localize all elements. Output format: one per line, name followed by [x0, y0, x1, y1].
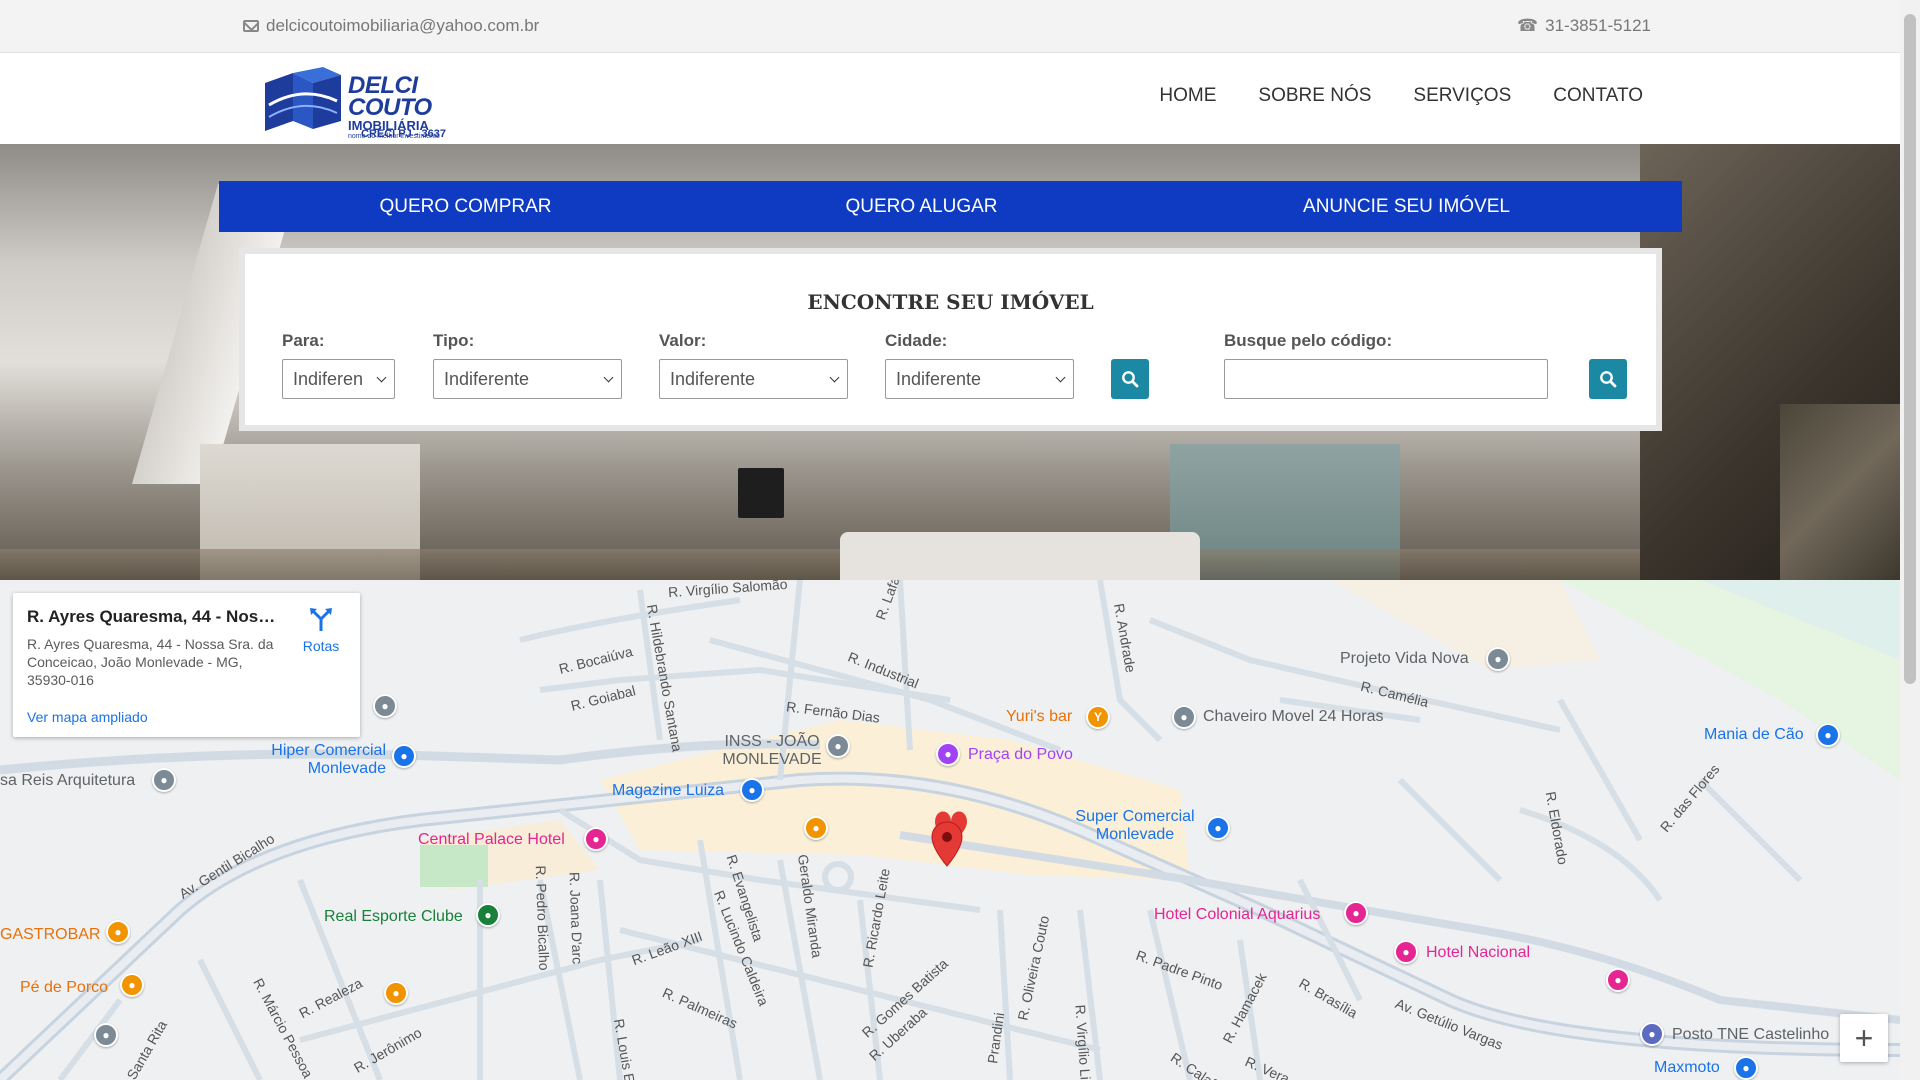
cidade-label: Cidade:	[885, 331, 948, 350]
valor-label: Valor:	[659, 331, 707, 350]
shopping-cart-icon[interactable]: ●	[1206, 816, 1230, 840]
restaurant-icon[interactable]: ●	[804, 816, 828, 840]
place-super-1[interactable]: Super Comercial	[1060, 808, 1210, 826]
place-yuris[interactable]: Yuri's bar	[1006, 708, 1072, 726]
place-mania[interactable]: Mania de Cão	[1704, 726, 1804, 744]
bar-icon[interactable]: Y	[1086, 705, 1110, 729]
phone-icon: ☎	[1516, 16, 1539, 35]
place-inss-1[interactable]: INSS - JOÃO	[712, 733, 832, 751]
contact-email[interactable]: delcicoutoimobiliaria@yahoo.com.br	[243, 16, 539, 36]
hotel-icon[interactable]: ●	[1394, 940, 1418, 964]
place-pin-icon[interactable]: ●	[373, 694, 397, 718]
logo-mark-icon	[265, 67, 341, 131]
search-tabs: QUERO COMPRAR QUERO ALUGAR ANUNCIE SEU I…	[219, 181, 1682, 232]
directions-button[interactable]: Rotas	[296, 607, 346, 654]
tipo-select[interactable]: Indiferente	[433, 359, 622, 399]
shopping-bag-icon[interactable]: ●	[740, 778, 764, 802]
directions-label: Rotas	[302, 638, 340, 654]
search-icon	[1600, 371, 1617, 388]
place-colonial[interactable]: Hotel Colonial Aquarius	[1154, 906, 1320, 924]
top-contact-bar: delcicoutoimobiliaria@yahoo.com.br ☎ 31-…	[0, 0, 1900, 53]
tipo-label: Tipo:	[433, 331, 475, 350]
nav-about[interactable]: SOBRE NÓS	[1258, 85, 1371, 107]
place-magazine[interactable]: Magazine Luiza	[612, 782, 724, 800]
filter-search-button[interactable]	[1111, 359, 1149, 399]
shopping-icon[interactable]: ●	[936, 742, 960, 766]
para-select[interactable]: Indiferen	[282, 359, 395, 399]
restaurant-icon[interactable]: ●	[106, 920, 130, 944]
hero-stone-wall	[1780, 404, 1900, 580]
email-text: delcicoutoimobiliaria@yahoo.com.br	[266, 16, 540, 35]
hero-lamp	[738, 468, 784, 518]
logo-creci: CRECI PJ - 3637	[361, 128, 446, 140]
enlarge-map-link[interactable]: Ver mapa ampliado	[27, 709, 148, 725]
school-icon[interactable]: ●	[94, 1023, 118, 1047]
place-real[interactable]: Real Esporte Clube	[324, 908, 463, 926]
nav-contact[interactable]: CONTATO	[1553, 85, 1643, 107]
page-scrollbar[interactable]	[1900, 0, 1920, 1080]
shopping-bag-icon[interactable]: ●	[1734, 1056, 1758, 1080]
shopping-cart-icon[interactable]: ●	[392, 744, 416, 768]
place-posto[interactable]: Posto TNE Castelinho	[1672, 1026, 1829, 1044]
place-hiper-2[interactable]: Monlevade	[258, 760, 386, 778]
code-input[interactable]	[1224, 359, 1548, 399]
site-header: DELCI COUTO IMOBILIÁRIA nome do melhor i…	[0, 53, 1900, 144]
place-central[interactable]: Central Palace Hotel	[418, 831, 565, 849]
place-super-2[interactable]: Monlevade	[1060, 826, 1210, 844]
map-card-title: R. Ayres Quaresma, 44 - Noss...	[27, 607, 277, 626]
para-label: Para:	[282, 331, 325, 350]
place-maxmoto[interactable]: Maxmoto	[1654, 1059, 1720, 1077]
search-title: ENCONTRE SEU IMÓVEL	[807, 290, 1094, 314]
place-praca[interactable]: Praça do Povo	[968, 746, 1073, 764]
place-pin-icon[interactable]: ●	[1486, 647, 1510, 671]
tab-rent[interactable]: QUERO ALUGAR	[712, 181, 1131, 232]
gas-station-icon[interactable]: ●	[1640, 1022, 1664, 1046]
cidade-select[interactable]: Indiferente	[885, 359, 1074, 399]
restaurant-icon[interactable]: ●	[384, 981, 408, 1005]
phone-text: 31-3851-5121	[1545, 16, 1651, 35]
map-info-card: R. Ayres Quaresma, 44 - Noss... R. Ayres…	[13, 593, 360, 737]
hotel-icon[interactable]: ●	[584, 827, 608, 851]
government-building-icon[interactable]: ●	[826, 734, 850, 758]
tab-buy[interactable]: QUERO COMPRAR	[219, 181, 712, 232]
code-search-button[interactable]	[1589, 359, 1627, 399]
zoom-in-button[interactable]: +	[1840, 1014, 1888, 1062]
valor-select[interactable]: Indiferente	[659, 359, 848, 399]
contact-phone[interactable]: ☎ 31-3851-5121	[1517, 16, 1651, 36]
code-label: Busque pelo código:	[1224, 331, 1393, 350]
directions-icon	[310, 608, 332, 631]
hero-sofa	[840, 532, 1200, 580]
search-panel: ENCONTRE SEU IMÓVEL Para: Indiferen Tipo…	[239, 248, 1662, 431]
restaurant-icon[interactable]: ●	[120, 973, 144, 997]
place-pin-icon[interactable]: ●	[152, 768, 176, 792]
place-chaveiro[interactable]: Chaveiro Movel 24 Horas	[1203, 708, 1384, 726]
place-pe[interactable]: Pé de Porco	[20, 979, 108, 997]
place-inss-2[interactable]: MONLEVADE	[712, 751, 832, 769]
hotel-icon[interactable]: ●	[1344, 901, 1368, 925]
embedded-map[interactable]: R. Ayres Quaresma, 44 - Noss... R. Ayres…	[0, 580, 1900, 1080]
logo-title: DELCI COUTO	[348, 72, 432, 121]
map-card-address: R. Ayres Quaresma, 44 - Nossa Sra. da Co…	[27, 636, 274, 688]
envelope-icon	[243, 20, 259, 32]
place-gastrobar[interactable]: GASTROBAR	[0, 926, 100, 944]
place-projeto[interactable]: Projeto Vida Nova	[1340, 650, 1469, 668]
logo[interactable]: DELCI COUTO IMOBILIÁRIA nome do melhor i…	[263, 61, 503, 140]
hotel-icon[interactable]: ●	[1606, 968, 1630, 992]
main-nav: HOME SOBRE NÓS SERVIÇOS CONTATO	[1159, 85, 1643, 107]
place-pin-icon[interactable]: ●	[1172, 705, 1196, 729]
street-label: R. Joana D'arc	[566, 871, 586, 965]
tab-advertise[interactable]: ANUNCIE SEU IMÓVEL	[1131, 181, 1682, 232]
shopping-bag-icon[interactable]: ●	[1816, 723, 1840, 747]
place-nacional[interactable]: Hotel Nacional	[1426, 944, 1530, 962]
nav-services[interactable]: SERVIÇOS	[1413, 85, 1511, 107]
place-hiper-1[interactable]: Hiper Comercial	[258, 742, 386, 760]
location-pin-icon[interactable]	[930, 820, 964, 868]
nav-home[interactable]: HOME	[1159, 85, 1216, 107]
scrollbar-thumb[interactable]	[1904, 14, 1916, 684]
search-icon	[1122, 371, 1139, 388]
sports-icon[interactable]: ●	[476, 903, 500, 927]
place-reis[interactable]: sa Reis Arquitetura	[0, 772, 135, 790]
